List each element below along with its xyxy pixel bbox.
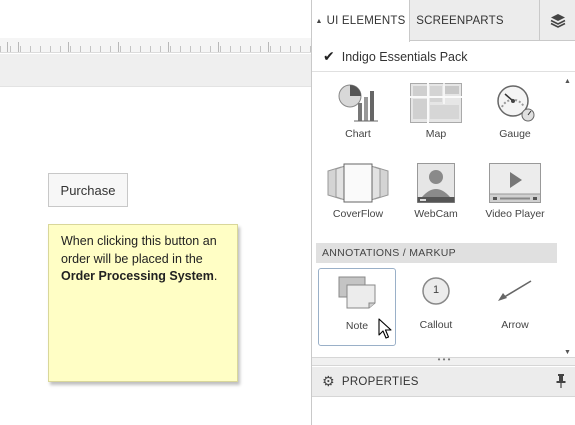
map-icon: [410, 83, 462, 123]
scroll-up-icon[interactable]: ▲: [564, 78, 571, 85]
element-map[interactable]: Map: [397, 81, 475, 159]
checkmark-icon: ✔: [323, 48, 335, 64]
tab-ui-elements[interactable]: ▲ UI ELEMENTS: [312, 0, 410, 42]
ruler-major-ticks: [0, 42, 311, 52]
element-chart-label: Chart: [345, 128, 371, 140]
element-webcam-label: WebCam: [414, 208, 458, 220]
video-player-icon: [489, 163, 541, 203]
pack-title: Indigo Essentials Pack: [341, 49, 468, 64]
annotations-section-header[interactable]: ANNOTATIONS / MARKUP: [316, 243, 557, 263]
elements-panel: ▲ UI ELEMENTS SCREENPARTS ✔ Indigo Essen…: [311, 0, 575, 425]
layers-button[interactable]: [539, 0, 575, 41]
purchase-button[interactable]: Purchase: [48, 173, 128, 207]
element-webcam[interactable]: WebCam: [397, 161, 475, 239]
note-text-bold: Order Processing System: [61, 269, 214, 283]
sticky-note[interactable]: When clicking this button an order will …: [48, 224, 238, 382]
elements-list: Chart Map Gauge CoverFlow WebCam Video P…: [312, 73, 575, 356]
callout-badge-number: 1: [432, 284, 440, 296]
arrow-icon: [498, 280, 532, 301]
element-arrow[interactable]: Arrow: [476, 268, 554, 346]
elements-scrollbar[interactable]: ▲ ▼: [564, 78, 572, 356]
element-coverflow-label: CoverFlow: [332, 208, 384, 220]
element-map-label: Map: [425, 128, 447, 140]
coverflow-icon: [327, 163, 389, 203]
element-gauge[interactable]: Gauge: [476, 81, 554, 159]
note-icon: [338, 276, 376, 309]
element-video-player-label: Video Player: [485, 208, 545, 220]
properties-header[interactable]: ⚙ PROPERTIES: [312, 367, 575, 397]
panel-tabs: ▲ UI ELEMENTS SCREENPARTS: [312, 0, 575, 42]
tab-screenparts[interactable]: SCREENPARTS: [410, 0, 510, 41]
design-canvas[interactable]: ▲ Purchase When clicking this button an …: [0, 0, 311, 425]
element-callout[interactable]: 1 Callout: [397, 268, 475, 346]
gauge-icon: [497, 85, 535, 122]
layers-icon: [550, 13, 566, 28]
mouse-cursor-icon: [378, 318, 392, 339]
note-text-start: When clicking this button an order will …: [61, 234, 217, 266]
tab-screenparts-label: SCREENPARTS: [416, 14, 504, 27]
pin-icon[interactable]: [556, 373, 566, 389]
element-gauge-label: Gauge: [499, 128, 531, 140]
properties-title: PROPERTIES: [341, 375, 419, 388]
chart-icon: [338, 84, 378, 122]
caret-up-icon: ▲: [315, 17, 323, 25]
horizontal-ruler: ▲: [0, 38, 311, 65]
element-coverflow[interactable]: CoverFlow: [319, 161, 397, 239]
element-chart[interactable]: Chart: [319, 81, 397, 159]
panel-splitter[interactable]: • • •: [312, 356, 575, 366]
tab-ui-elements-label: UI ELEMENTS: [326, 15, 406, 27]
element-video-player[interactable]: Video Player: [476, 161, 554, 239]
element-callout-label: Callout: [419, 319, 453, 331]
canvas-toolbar-band: [0, 54, 311, 87]
gear-icon: ⚙: [322, 373, 335, 389]
element-arrow-label: Arrow: [501, 319, 529, 331]
note-text-end: .: [213, 269, 218, 283]
pack-header[interactable]: ✔ Indigo Essentials Pack: [312, 42, 575, 72]
webcam-icon: [417, 163, 455, 203]
scroll-down-icon[interactable]: ▼: [564, 349, 571, 356]
